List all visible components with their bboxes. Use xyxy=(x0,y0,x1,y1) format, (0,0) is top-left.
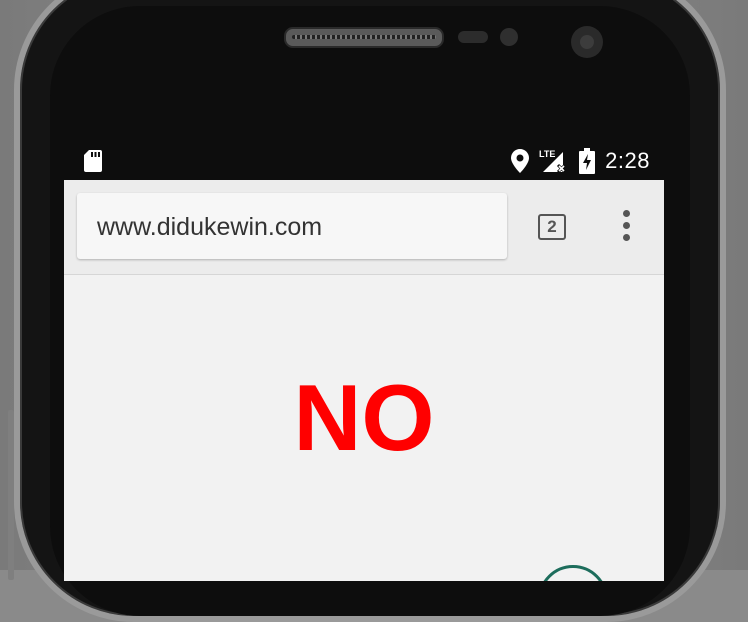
proximity-sensor xyxy=(458,31,488,43)
status-bar: LTE 2:28 xyxy=(64,141,664,180)
location-icon xyxy=(511,149,530,173)
light-sensor xyxy=(500,28,518,46)
browser-toolbar: www.didukewin.com 2 xyxy=(64,180,664,275)
battery-charging-icon xyxy=(579,148,596,174)
address-bar[interactable]: www.didukewin.com xyxy=(77,193,507,259)
answer-text: NO xyxy=(293,365,435,470)
page-content: NO xyxy=(64,275,664,581)
url-text[interactable]: www.didukewin.com xyxy=(97,213,322,242)
earpiece-speaker xyxy=(284,27,444,48)
front-camera xyxy=(571,26,603,58)
status-icons: LTE 2:28 xyxy=(511,147,650,175)
lte-label: LTE xyxy=(539,149,555,159)
more-vert-icon[interactable] xyxy=(618,210,634,246)
tab-switcher-button[interactable]: 2 xyxy=(538,214,566,240)
signal-icon: LTE xyxy=(539,149,567,174)
phone-screen: LTE 2:28 www.didukewin.com 2 NO xyxy=(64,141,664,581)
floating-circle[interactable] xyxy=(538,565,608,581)
clock: 2:28 xyxy=(605,148,650,173)
sd-card-icon xyxy=(84,150,102,172)
